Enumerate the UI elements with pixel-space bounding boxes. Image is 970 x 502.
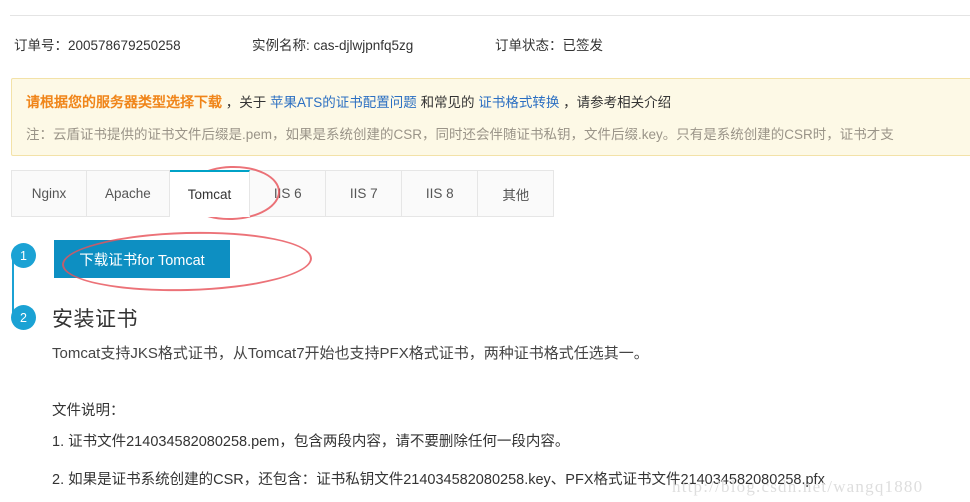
server-type-tabs[interactable]: Nginx Apache Tomcat IIS 6 IIS 7 IIS 8 其他 — [11, 170, 555, 217]
tab-apache[interactable]: Apache — [87, 170, 170, 217]
install-section-title: 安装证书 — [52, 308, 138, 331]
banner-link-ats[interactable]: 苹果ATS的证书配置问题 — [270, 95, 417, 110]
banner-strong-text: 请根据您的服务器类型选择下载 — [26, 94, 222, 110]
file-description-heading: 文件说明： — [52, 403, 125, 419]
banner-link-format-convert[interactable]: 证书格式转换 — [478, 95, 559, 110]
tab-nginx[interactable]: Nginx — [11, 170, 87, 217]
banner-note: 注：云盾证书提供的证书文件后缀是.pem，如果是系统创建的CSR，同时还会伴随证… — [26, 127, 894, 142]
banner-mid-text-1: ，关于 — [225, 95, 271, 110]
instance-name: 实例名称: cas-djlwjpnfq5zg — [252, 38, 414, 53]
warning-banner: 请根据您的服务器类型选择下载 ，关于 苹果ATS的证书配置问题 和常见的 证书格… — [11, 78, 970, 156]
download-certificate-button[interactable]: 下载证书for Tomcat — [54, 240, 230, 278]
tab-tomcat[interactable]: Tomcat — [169, 170, 251, 217]
install-section-description: Tomcat支持JKS格式证书，从Tomcat7开始也支持PFX格式证书，两种证… — [52, 345, 649, 362]
order-info-bar: 订单号：200578679250258 实例名称: cas-djlwjpnfq5… — [14, 36, 954, 56]
banner-tail-text: ，请参考相关介绍 — [563, 95, 672, 110]
step-badge-2: 2 — [11, 305, 36, 330]
banner-mid-text-2: 和常见的 — [420, 95, 475, 110]
step-badge-1: 1 — [11, 243, 36, 268]
page-top-divider — [10, 15, 970, 16]
tab-iis6[interactable]: IIS 6 — [250, 170, 327, 217]
tab-iis7[interactable]: IIS 7 — [326, 170, 403, 217]
order-number: 订单号：200578679250258 — [14, 38, 181, 53]
tab-other[interactable]: 其他 — [478, 170, 555, 217]
order-status: 订单状态：已签发 — [495, 38, 603, 53]
file-description-item: 2. 如果是证书系统创建的CSR，还包含：证书私钥文件2140345820802… — [52, 472, 825, 488]
banner-primary-line: 请根据您的服务器类型选择下载 ，关于 苹果ATS的证书配置问题 和常见的 证书格… — [26, 91, 970, 114]
file-description-item: 1. 证书文件214034582080258.pem，包含两段内容，请不要删除任… — [52, 434, 570, 450]
tab-iis8[interactable]: IIS 8 — [402, 170, 479, 217]
